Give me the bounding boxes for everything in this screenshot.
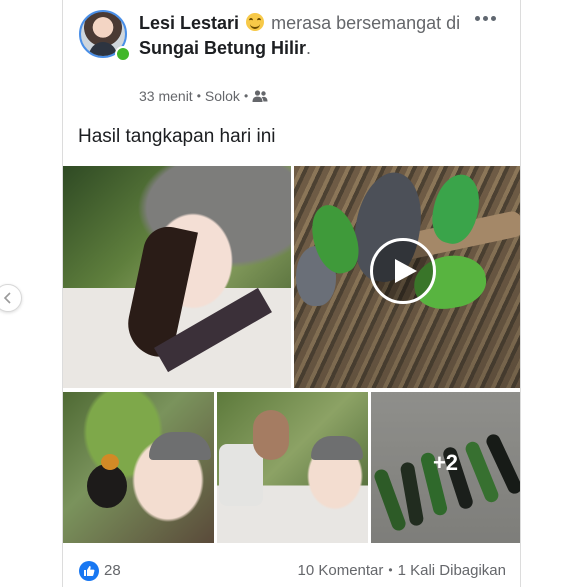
more-dot-icon (482, 15, 488, 21)
stats-separator: • (388, 563, 393, 577)
friends-icon[interactable] (252, 89, 268, 103)
online-status-dot (115, 46, 131, 62)
post-caption: Hasil tangkapan hari ini (78, 126, 276, 147)
feeling-text: merasa bersemangat di (271, 13, 461, 33)
post-header: Lesi Lestari merasa bersemangat di Sunga… (139, 11, 469, 61)
photo-detail (311, 436, 363, 460)
thumbs-up-icon (84, 566, 95, 576)
photo-group-selfie[interactable] (217, 392, 368, 543)
post-meta: 33 menit • Solok • (139, 88, 268, 104)
location-link[interactable]: Sungai Betung Hilir (139, 38, 306, 58)
like-count[interactable]: 28 (104, 562, 121, 579)
engagement-stats: 10 Komentar • 1 Kali Dibagikan (298, 562, 507, 579)
post-place[interactable]: Solok (205, 88, 240, 104)
photo-selfie-birds[interactable] (63, 392, 214, 543)
photo-selfie-forest[interactable] (63, 166, 291, 388)
post-options-button[interactable] (473, 6, 497, 30)
frame-right-border (520, 0, 521, 587)
grinning-emoji-icon (246, 13, 265, 31)
more-dot-icon (474, 15, 480, 21)
play-button[interactable] (370, 238, 436, 304)
photo-more-birds[interactable]: +2 (371, 392, 520, 543)
meta-separator: • (243, 89, 249, 103)
more-photos-count[interactable]: +2 (371, 450, 520, 476)
comment-count[interactable]: 10 Komentar (298, 562, 384, 579)
photo-detail (101, 454, 119, 470)
carousel-previous-button[interactable] (0, 284, 22, 312)
avatar-shirt (89, 42, 117, 56)
play-icon (395, 259, 417, 283)
author-name[interactable]: Lesi Lestari (139, 13, 239, 33)
post-footer: 28 10 Komentar • 1 Kali Dibagikan (63, 557, 520, 587)
photo-detail (87, 464, 127, 508)
video-birds-thumbnail[interactable] (294, 166, 520, 388)
more-dot-icon (490, 15, 496, 21)
post-time[interactable]: 33 menit (139, 88, 193, 104)
photo-detail (149, 432, 211, 460)
meta-separator: • (196, 89, 201, 103)
share-count[interactable]: 1 Kali Dibagikan (398, 562, 506, 579)
photo-detail (253, 410, 289, 460)
facebook-post: Lesi Lestari merasa bersemangat di Sunga… (63, 0, 520, 587)
like-reaction-icon[interactable] (79, 561, 99, 581)
chevron-left-icon (3, 292, 11, 304)
location-suffix: . (306, 38, 312, 58)
